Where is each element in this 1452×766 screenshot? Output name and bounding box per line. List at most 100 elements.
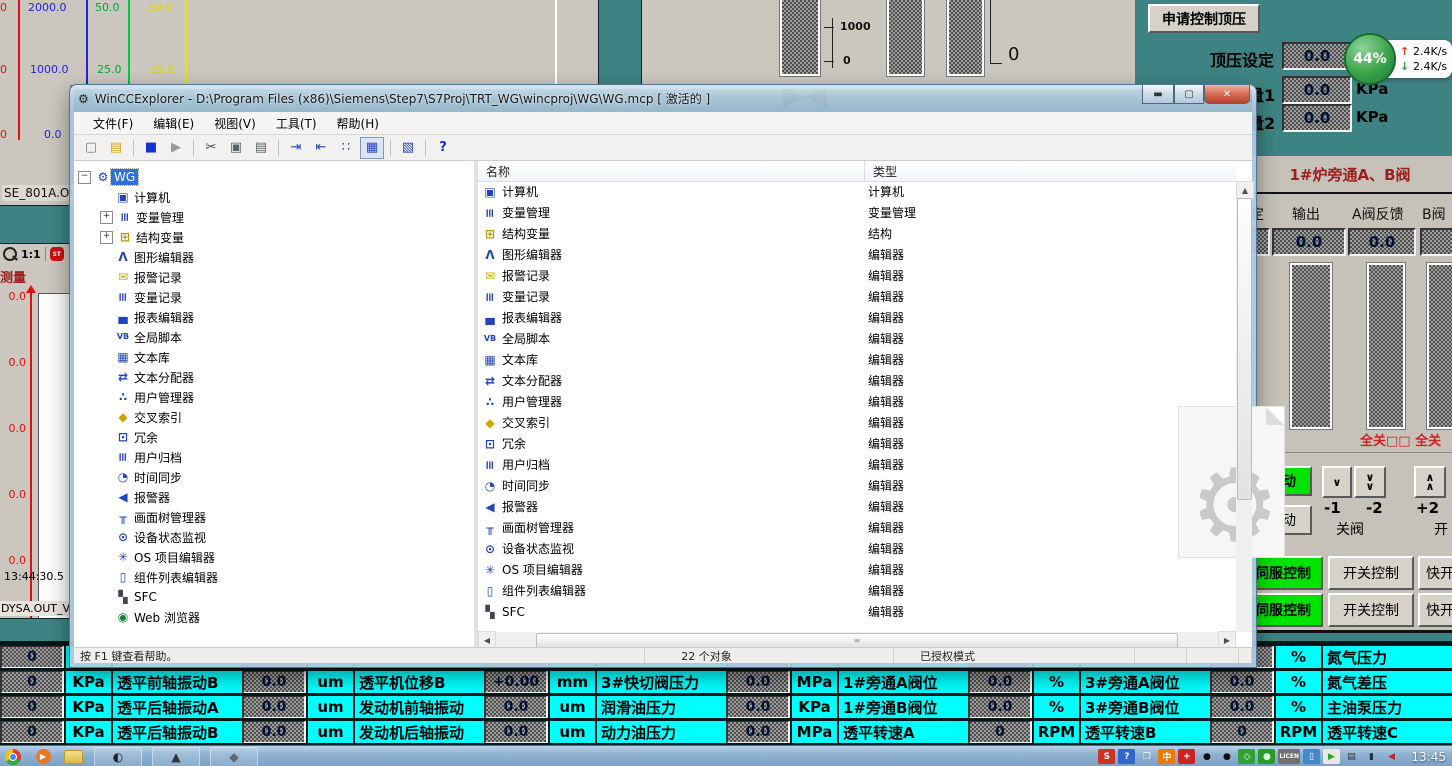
window-restore-icon[interactable]: ❐ bbox=[1138, 749, 1155, 764]
list-row[interactable]: ▦文本库编辑器 bbox=[478, 349, 1236, 370]
signal-icon[interactable]: ▮ bbox=[1363, 749, 1380, 764]
switch-control-button-2[interactable]: 开关控制 bbox=[1328, 593, 1414, 627]
column-type[interactable]: 类型 bbox=[865, 161, 905, 181]
new-icon[interactable]: ▢ bbox=[80, 138, 102, 158]
menu-item-4[interactable]: 帮助(H) bbox=[328, 113, 388, 134]
app-button-2[interactable]: ▲ bbox=[152, 747, 200, 766]
tree-item-redundancy[interactable]: ⊡冗余 bbox=[74, 427, 474, 447]
tree-item-text-distributor[interactable]: ⇄文本分配器 bbox=[74, 367, 474, 387]
list-row[interactable]: ◆交叉索引编辑器 bbox=[478, 412, 1236, 433]
help-tray-icon[interactable]: ? bbox=[1118, 749, 1135, 764]
list-row[interactable]: ✉报警记录编辑器 bbox=[478, 265, 1236, 286]
scroll-up-arrow[interactable]: ▲ bbox=[1236, 181, 1254, 199]
tree-item-user-archive[interactable]: ≡用户归档 bbox=[74, 447, 474, 467]
paste-icon[interactable]: ▤ bbox=[250, 138, 272, 158]
list-row[interactable]: ✳OS 项目编辑器编辑器 bbox=[478, 559, 1236, 580]
browser-tray-icon[interactable]: ● bbox=[1258, 749, 1275, 764]
stop-icon[interactable]: ■ bbox=[140, 138, 162, 158]
list-row[interactable]: ≡变量管理变量管理 bbox=[478, 202, 1236, 223]
stop-sign-icon[interactable]: ST bbox=[50, 247, 64, 261]
menu-item-1[interactable]: 编辑(E) bbox=[144, 113, 203, 134]
tree-item-structure-tag[interactable]: +⊞结构变量 bbox=[74, 227, 474, 247]
tag-export-icon[interactable]: ⇥ bbox=[285, 138, 307, 158]
tree-item-text-library[interactable]: ▦文本库 bbox=[74, 347, 474, 367]
switch-control-button-1[interactable]: 开关控制 bbox=[1328, 556, 1414, 590]
list-row[interactable]: ⊡冗余编辑器 bbox=[478, 433, 1236, 454]
list-row[interactable]: ⊙设备状态监视编辑器 bbox=[478, 538, 1236, 559]
column-name[interactable]: 名称 bbox=[478, 161, 864, 181]
list-row[interactable]: ◔时间同步编辑器 bbox=[478, 475, 1236, 496]
close-button[interactable]: ✕ bbox=[1204, 85, 1250, 104]
net-percent-badge[interactable]: 44% bbox=[1344, 33, 1396, 85]
list-row[interactable]: Λ图形编辑器编辑器 bbox=[478, 244, 1236, 265]
folder-icon[interactable] bbox=[62, 748, 84, 766]
tree-item-cross-reference[interactable]: ◆交叉索引 bbox=[74, 407, 474, 427]
chrome-icon[interactable] bbox=[2, 748, 24, 766]
tree-item-global-script[interactable]: VB全局脚本 bbox=[74, 327, 474, 347]
tree-item-horn[interactable]: ◀报警器 bbox=[74, 487, 474, 507]
detail-icon[interactable]: ∷ bbox=[335, 138, 357, 158]
app-button-3[interactable]: ◆ bbox=[210, 747, 258, 766]
tree-item-time-sync[interactable]: ◔时间同步 bbox=[74, 467, 474, 487]
app-button-1[interactable]: ◐ bbox=[94, 747, 142, 766]
minimize-button[interactable]: ▬ bbox=[1142, 85, 1174, 104]
listview-icon[interactable]: ▦ bbox=[360, 137, 384, 159]
shield-icon[interactable]: ◇ bbox=[1238, 749, 1255, 764]
tree-item-component-list[interactable]: ▯组件列表编辑器 bbox=[74, 567, 474, 587]
tree-item-user-administrator[interactable]: ∴用户管理器 bbox=[74, 387, 474, 407]
qq2-icon[interactable]: ● bbox=[1218, 749, 1235, 764]
zoom-ratio[interactable]: 1:1 bbox=[21, 248, 41, 261]
list-row[interactable]: ≡变量记录编辑器 bbox=[478, 286, 1236, 307]
menu-item-3[interactable]: 工具(T) bbox=[267, 113, 326, 134]
list-row[interactable]: VB全局脚本编辑器 bbox=[478, 328, 1236, 349]
tree-item-tag-logging[interactable]: ≡变量记录 bbox=[74, 287, 474, 307]
open-icon[interactable]: ▤ bbox=[105, 138, 127, 158]
step-down-button[interactable]: ∨ bbox=[1322, 466, 1352, 498]
tree-item-web-browser[interactable]: ◉Web 浏览器 bbox=[74, 607, 474, 627]
list-row[interactable]: ⇄文本分配器编辑器 bbox=[478, 370, 1236, 391]
vscroll-thumb[interactable] bbox=[1237, 198, 1252, 500]
tree-expander[interactable]: + bbox=[100, 231, 113, 244]
tree-item-computer[interactable]: ▣计算机 bbox=[74, 187, 474, 207]
qq-icon[interactable]: ● bbox=[1198, 749, 1215, 764]
menu-item-0[interactable]: 文件(F) bbox=[84, 113, 142, 134]
fast-open-button-2[interactable]: 快开 bbox=[1418, 593, 1452, 627]
magnifier-icon[interactable] bbox=[3, 247, 17, 261]
list-row[interactable]: ▚SFC编辑器 bbox=[478, 601, 1236, 622]
tree-item-sfc[interactable]: ▚SFC bbox=[74, 587, 474, 607]
tree-item-root[interactable]: −⚙WG bbox=[74, 167, 474, 187]
servo-control-button-2[interactable]: 伺服控制 bbox=[1248, 593, 1323, 627]
license-icon[interactable]: LICEN bbox=[1278, 749, 1300, 764]
player-tray-icon[interactable]: ▶ bbox=[1323, 749, 1340, 764]
play-icon[interactable]: ▶ bbox=[165, 138, 187, 158]
tree-expander[interactable]: − bbox=[78, 171, 91, 184]
list-row[interactable]: ▯组件列表编辑器编辑器 bbox=[478, 580, 1236, 601]
tree-item-graphics-designer[interactable]: Λ图形编辑器 bbox=[74, 247, 474, 267]
maximize-button[interactable]: ▢ bbox=[1174, 85, 1204, 104]
request-top-pressure-button[interactable]: 申请控制顶压 bbox=[1148, 4, 1260, 33]
menu-item-2[interactable]: 视图(V) bbox=[205, 113, 265, 134]
vertical-scrollbar[interactable]: ▲ bbox=[1236, 181, 1252, 632]
tree-item-report-designer[interactable]: ▄报表编辑器 bbox=[74, 307, 474, 327]
title-bar[interactable]: ⚙ WinCCExplorer - D:\Program Files (x86)… bbox=[70, 85, 1256, 112]
printer-icon[interactable]: ▤ bbox=[1343, 749, 1360, 764]
tree-item-alarm-logging[interactable]: ✉报警记录 bbox=[74, 267, 474, 287]
tree-item-picture-tree[interactable]: ╥画面树管理器 bbox=[74, 507, 474, 527]
player-icon[interactable]: ▶ bbox=[32, 748, 54, 766]
zhong-icon[interactable]: 中 bbox=[1158, 749, 1175, 764]
copy-icon[interactable]: ▣ bbox=[225, 138, 247, 158]
list-row[interactable]: ∴用户管理器编辑器 bbox=[478, 391, 1236, 412]
properties-icon[interactable]: ▧ bbox=[397, 138, 419, 158]
list-row[interactable]: ╥画面树管理器编辑器 bbox=[478, 517, 1236, 538]
tree-expander[interactable]: + bbox=[100, 211, 113, 224]
tree-item-device-status[interactable]: ⊙设备状态监视 bbox=[74, 527, 474, 547]
tree-item-tag-management[interactable]: +≡变量管理 bbox=[74, 207, 474, 227]
fast-open-button-1[interactable]: 快开 bbox=[1418, 556, 1452, 590]
tree-item-os-project-editor[interactable]: ✳OS 项目编辑器 bbox=[74, 547, 474, 567]
sogou-icon[interactable]: S bbox=[1098, 749, 1115, 764]
horizontal-scrollbar[interactable]: ◀ ≡ ▶ bbox=[478, 632, 1236, 648]
list-row[interactable]: ⊞结构变量结构 bbox=[478, 223, 1236, 244]
doc-tray-icon[interactable]: ▯ bbox=[1303, 749, 1320, 764]
cut-icon[interactable]: ✂ bbox=[200, 138, 222, 158]
list-row[interactable]: ▄报表编辑器编辑器 bbox=[478, 307, 1236, 328]
